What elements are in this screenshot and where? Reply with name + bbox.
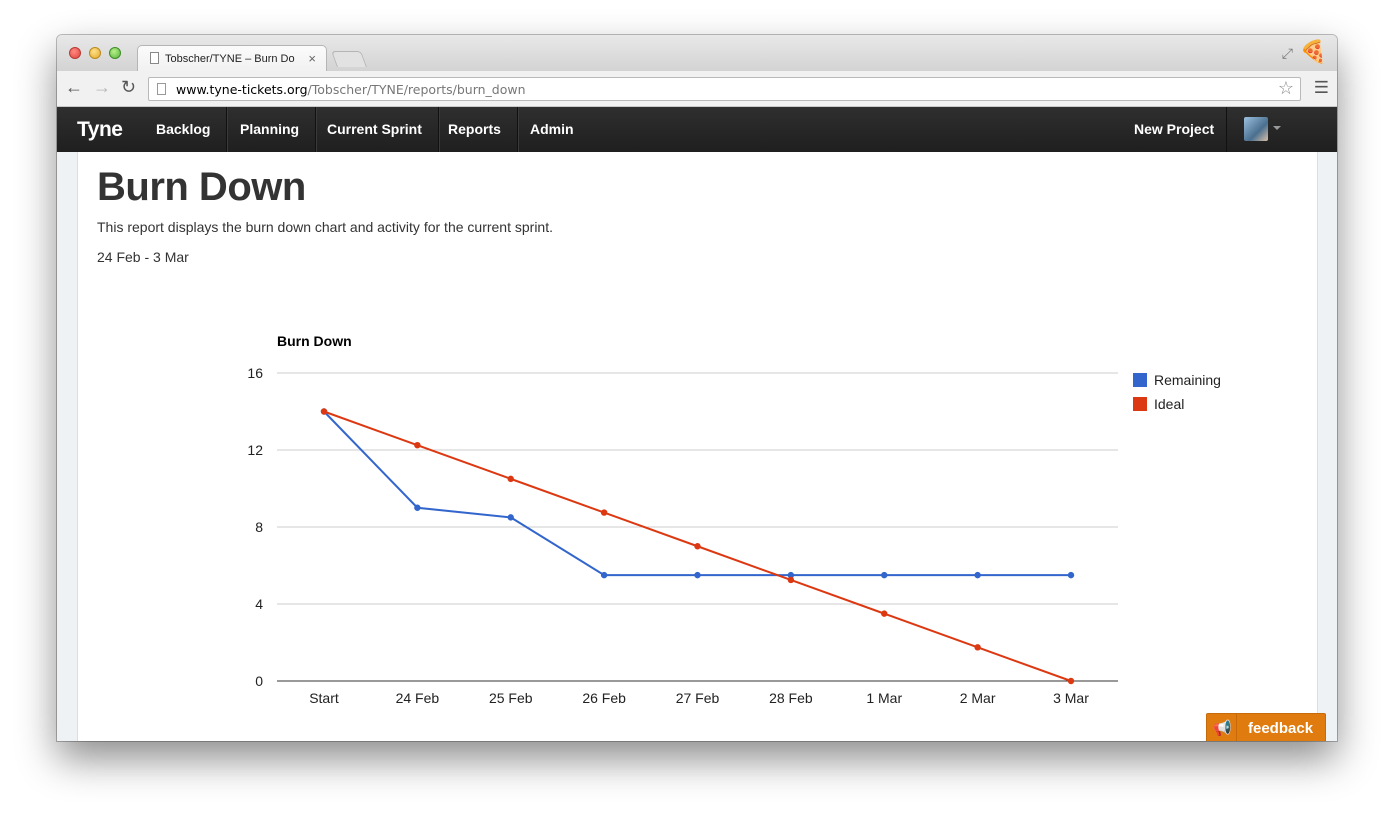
burn-down-chart: Burn Down 0 4 8 12 16 Start 24 Feb 25 Feb 26 Feb 2… bbox=[247, 333, 1221, 706]
x-tick-label: 26 Feb bbox=[582, 690, 626, 706]
tab-close-icon[interactable]: × bbox=[308, 51, 316, 66]
nav-current-sprint[interactable]: Current Sprint bbox=[311, 107, 439, 152]
nav-admin[interactable]: Admin bbox=[514, 107, 590, 152]
url-text[interactable]: www.tyne-tickets.org/Tobscher/TYNE/repor… bbox=[176, 82, 526, 97]
legend-swatch-ideal bbox=[1133, 397, 1147, 411]
close-window-button[interactable] bbox=[69, 47, 81, 59]
data-point-ideal bbox=[320, 408, 328, 415]
data-point-ideal bbox=[1067, 677, 1075, 685]
data-point-ideal bbox=[600, 509, 608, 516]
page-title: Burn Down bbox=[97, 165, 306, 209]
reload-icon[interactable]: ↻ bbox=[121, 77, 136, 98]
x-tick-label: 2 Mar bbox=[960, 690, 996, 706]
data-point-ideal bbox=[787, 576, 795, 584]
data-point-ideal bbox=[694, 543, 701, 550]
x-tick-label: 1 Mar bbox=[866, 690, 902, 706]
page-icon bbox=[157, 83, 166, 95]
new-tab-button[interactable] bbox=[331, 51, 367, 67]
tab-title: Tobscher/TYNE – Burn Do bbox=[165, 53, 295, 65]
x-tick-label: Start bbox=[309, 690, 339, 706]
document-icon bbox=[150, 52, 159, 64]
menu-icon[interactable]: ☰ bbox=[1314, 78, 1329, 98]
minimize-window-button[interactable] bbox=[89, 47, 101, 59]
page-description: This report displays the burn down chart… bbox=[97, 219, 553, 235]
data-point-ideal bbox=[881, 610, 888, 617]
feedback-divider bbox=[1236, 714, 1237, 741]
data-point-ideal bbox=[974, 644, 981, 651]
brand-logo[interactable]: Tyne bbox=[77, 118, 123, 142]
legend-swatch-remaining bbox=[1133, 373, 1147, 387]
browser-tab[interactable]: Tobscher/TYNE – Burn Do × bbox=[137, 45, 327, 71]
legend-label-ideal: Ideal bbox=[1154, 396, 1184, 412]
nav-reports[interactable]: Reports bbox=[432, 107, 518, 152]
data-point-remaining bbox=[507, 514, 514, 521]
data-point-remaining bbox=[1067, 571, 1075, 579]
megaphone-icon: 📢 bbox=[1213, 720, 1232, 737]
zoom-window-button[interactable] bbox=[109, 47, 121, 59]
data-point-ideal bbox=[414, 441, 421, 449]
chevron-down-icon[interactable] bbox=[1273, 126, 1281, 130]
fullscreen-icon[interactable]: ⤢ bbox=[1282, 45, 1293, 62]
data-point-remaining bbox=[881, 571, 888, 579]
x-tick-label: 24 Feb bbox=[396, 690, 440, 706]
browser-toolbar: ← → ↻ www.tyne-tickets.org/Tobscher/TYNE… bbox=[57, 71, 1337, 107]
forward-arrow-icon[interactable]: → bbox=[93, 77, 111, 98]
address-bar[interactable]: www.tyne-tickets.org/Tobscher/TYNE/repor… bbox=[148, 77, 1301, 101]
nav-planning[interactable]: Planning bbox=[224, 107, 317, 152]
right-gutter bbox=[1318, 152, 1337, 741]
y-tick-label: 8 bbox=[255, 519, 263, 535]
data-point-remaining bbox=[694, 571, 701, 579]
nav-backlog[interactable]: Backlog bbox=[140, 107, 228, 152]
chart-title: Burn Down bbox=[277, 333, 352, 349]
y-tick-label: 4 bbox=[255, 596, 263, 612]
x-tick-label: 28 Feb bbox=[769, 690, 813, 706]
title-bar: Tobscher/TYNE – Burn Do × ⤢ 🍕 bbox=[57, 35, 1337, 71]
y-tick-label: 0 bbox=[255, 673, 263, 689]
y-tick-label: 12 bbox=[247, 442, 263, 458]
x-tick-label: 27 Feb bbox=[676, 690, 720, 706]
x-tick-label: 3 Mar bbox=[1053, 690, 1089, 706]
left-gutter bbox=[57, 152, 77, 741]
feedback-button[interactable]: 📢 feedback bbox=[1206, 713, 1326, 741]
data-point-ideal bbox=[507, 475, 514, 483]
series-line-remaining bbox=[323, 410, 1071, 577]
x-tick-label: 25 Feb bbox=[489, 690, 533, 706]
url-host: www.tyne-tickets.org bbox=[176, 82, 308, 97]
user-avatar[interactable] bbox=[1244, 117, 1268, 141]
new-project-link[interactable]: New Project bbox=[1134, 107, 1214, 152]
legend-label-remaining: Remaining bbox=[1154, 372, 1221, 388]
browser-window: Tobscher/TYNE – Burn Do × ⤢ 🍕 ← → ↻ www.… bbox=[57, 35, 1337, 741]
feedback-label: feedback bbox=[1248, 720, 1314, 737]
back-arrow-icon[interactable]: ← bbox=[65, 77, 83, 98]
pizza-icon[interactable]: 🍕 bbox=[1300, 39, 1327, 65]
bookmark-star-icon[interactable]: ☆ bbox=[1278, 78, 1294, 99]
navbar-divider bbox=[1226, 107, 1227, 152]
data-point-remaining bbox=[414, 504, 421, 511]
y-tick-label: 16 bbox=[247, 365, 263, 381]
url-path: /Tobscher/TYNE/reports/burn_down bbox=[307, 82, 526, 97]
data-point-remaining bbox=[974, 571, 981, 579]
sprint-date-range: 24 Feb - 3 Mar bbox=[97, 249, 189, 265]
data-point-remaining bbox=[600, 571, 608, 579]
app-navbar: Tyne Backlog Planning Current Sprint Rep… bbox=[57, 107, 1337, 152]
